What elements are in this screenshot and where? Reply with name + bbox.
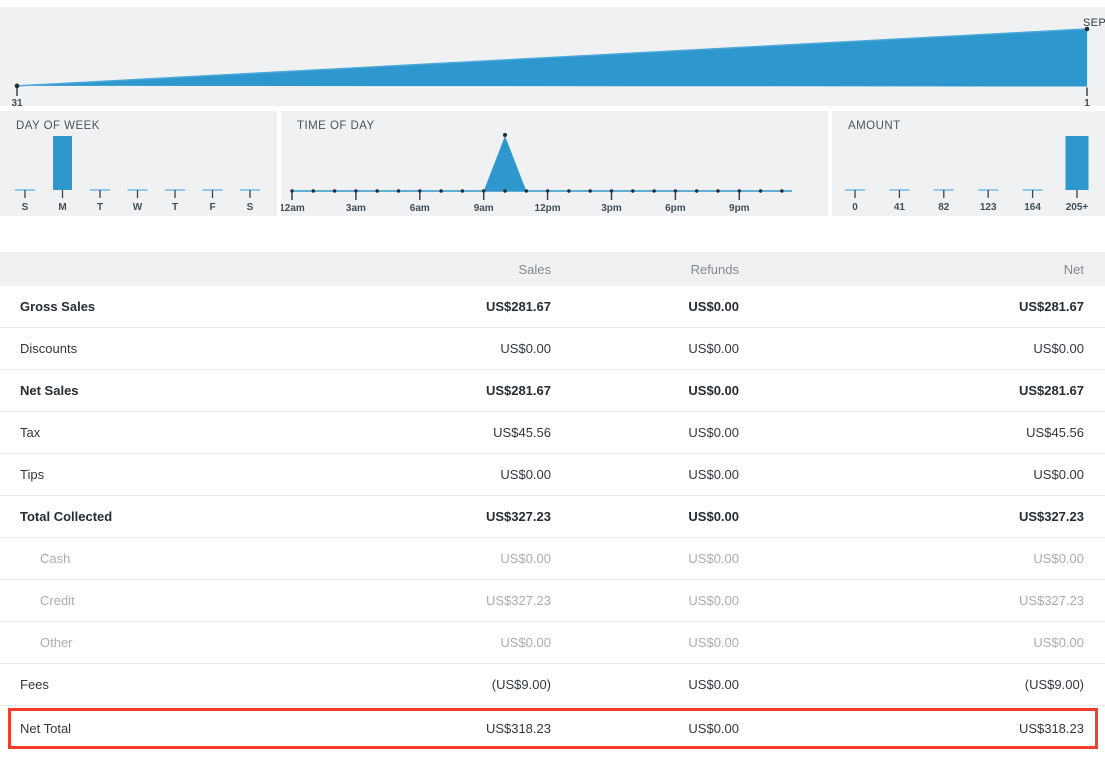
table-row-other: Other US$0.00 US$0.00 US$0.00	[0, 622, 1105, 664]
axis-label: 164	[1024, 202, 1041, 213]
axis-label: 3pm	[601, 203, 622, 214]
hour-dot	[759, 189, 762, 192]
hour-dot	[503, 189, 506, 192]
amount-title: AMOUNT	[848, 120, 901, 132]
bar-205+	[1066, 136, 1089, 190]
end-point-annotation: SEP 1	[1083, 17, 1105, 29]
column-header-refunds: Refunds	[551, 262, 739, 277]
axis-label: T	[172, 202, 178, 213]
table-row-net-total[interactable]: Net Total US$318.23 US$0.00 US$318.23	[0, 706, 1105, 751]
start-date-label: 31	[11, 98, 23, 106]
table-row-cash: Cash US$0.00 US$0.00 US$0.00	[0, 538, 1105, 580]
table-header-row: Sales Refunds Net	[0, 252, 1105, 286]
day-of-week-panel[interactable]: DAY OF WEEK S M T W T F S	[0, 111, 277, 216]
hour-dot	[333, 189, 336, 192]
hour-dot	[695, 189, 698, 192]
sales-timeline-panel[interactable]: 31 1 SEP 1	[0, 7, 1105, 106]
time-of-day-panel[interactable]: TIME OF DAY 12am 3am 6am 9am 12pm 3pm 6pm 9pm	[281, 111, 828, 216]
sales-timeline-chart[interactable]: 31 1 SEP 1	[0, 7, 1105, 106]
hour-dot	[631, 189, 634, 192]
axis-label: S	[247, 202, 254, 213]
axis-label: 3am	[346, 203, 366, 214]
hour-dot	[376, 189, 379, 192]
hour-dot	[589, 189, 592, 192]
hour-dot	[567, 189, 570, 192]
table-row-gross-sales: Gross Sales US$281.67 US$0.00 US$281.67	[0, 286, 1105, 328]
table-row-tax: Tax US$45.56 US$0.00 US$45.56	[0, 412, 1105, 454]
axis-label: 6am	[410, 203, 430, 214]
axis-label: 0	[852, 202, 858, 213]
hour-dot	[716, 189, 719, 192]
peak-marker	[503, 133, 507, 137]
end-date-label: 1	[1084, 98, 1090, 106]
sales-report-page: 31 1 SEP 1 DAY OF WEEK S M T W T F S TIME OF DAY…	[0, 7, 1105, 767]
axis-label: 12am	[281, 203, 305, 214]
axis-label: M	[58, 202, 66, 213]
axis-label: F	[209, 202, 215, 213]
axis-label: 6pm	[665, 203, 686, 214]
column-header-sales: Sales	[361, 262, 551, 277]
hour-dot	[780, 189, 783, 192]
axis-label: 123	[980, 202, 997, 213]
table-row-credit: Credit US$327.23 US$0.00 US$327.23	[0, 580, 1105, 622]
axis-label: W	[133, 202, 143, 213]
table-row-net-sales: Net Sales US$281.67 US$0.00 US$281.67	[0, 370, 1105, 412]
axis-label: 82	[938, 202, 950, 213]
axis-label: 41	[894, 202, 906, 213]
table-row-total-collected: Total Collected US$327.23 US$0.00 US$327…	[0, 496, 1105, 538]
hour-dot	[397, 189, 400, 192]
hour-dot	[312, 189, 315, 192]
column-header-net: Net	[739, 262, 1084, 277]
axis-label: 12pm	[535, 203, 561, 214]
start-point-marker	[15, 84, 20, 89]
axis-label: 9pm	[729, 203, 750, 214]
bar-M	[53, 136, 72, 190]
peak-spike	[484, 136, 527, 191]
hour-dot	[439, 189, 442, 192]
axis-label: 205+	[1066, 202, 1089, 213]
time-of-day-title: TIME OF DAY	[297, 120, 375, 132]
sales-summary-table: Sales Refunds Net Gross Sales US$281.67 …	[0, 252, 1105, 751]
day-of-week-title: DAY OF WEEK	[16, 120, 100, 132]
hour-dot	[525, 189, 528, 192]
axis-label: S	[22, 202, 29, 213]
table-row-fees: Fees (US$9.00) US$0.00 (US$9.00)	[0, 664, 1105, 706]
axis-label: 9am	[474, 203, 494, 214]
axis-label: T	[97, 202, 103, 213]
hour-dot	[461, 189, 464, 192]
table-row-tips: Tips US$0.00 US$0.00 US$0.00	[0, 454, 1105, 496]
mini-charts-row: DAY OF WEEK S M T W T F S TIME OF DAY 12am 3am 6…	[0, 111, 1105, 216]
amount-panel[interactable]: AMOUNT 0 41 82 123 164 205+	[832, 111, 1105, 216]
hour-dot	[652, 189, 655, 192]
table-row-discounts: Discounts US$0.00 US$0.00 US$0.00	[0, 328, 1105, 370]
